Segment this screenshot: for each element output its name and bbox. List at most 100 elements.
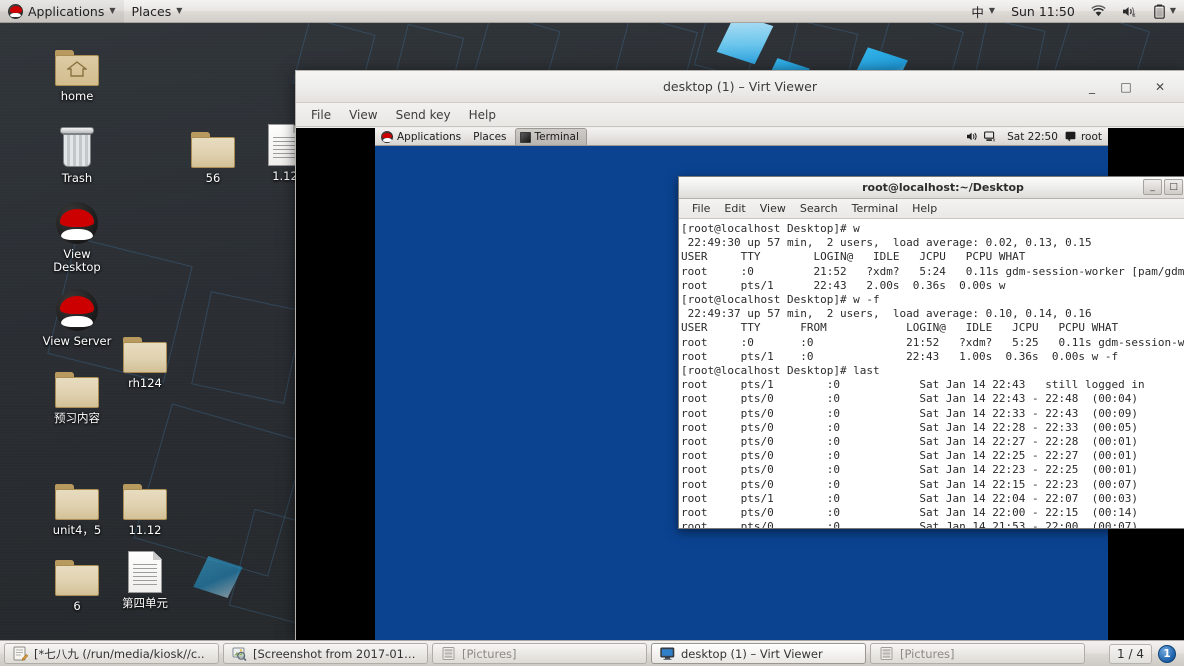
desktop-icon-view-desktop[interactable]: View Desktop: [40, 196, 114, 274]
battery-icon: [1154, 4, 1165, 19]
desktop-icon-label: View Server: [42, 334, 112, 348]
chevron-down-icon: ▼: [176, 6, 183, 15]
taskbar-item-screenshot[interactable]: [Screenshot from 2017-01-07 ...: [223, 643, 428, 664]
clock-label: Sun 11:50: [1011, 3, 1075, 19]
maximize-button[interactable]: □: [1118, 79, 1134, 95]
virt-viewer-title: desktop (1) – Virt Viewer: [663, 79, 817, 94]
terminal-maximize-button[interactable]: □: [1164, 179, 1183, 195]
svg-text:x: x: [1132, 13, 1135, 18]
trash-icon: [40, 120, 114, 168]
terminal-menu-terminal[interactable]: Terminal: [845, 201, 906, 216]
chevron-down-icon: ▼: [988, 6, 996, 15]
wallpaper-wireframe: [191, 291, 304, 404]
menu-help[interactable]: Help: [460, 106, 505, 124]
terminal-menu-search[interactable]: Search: [793, 201, 845, 216]
chevron-down-icon: ▼: [109, 6, 116, 15]
vm-task-button-terminal[interactable]: Terminal: [514, 128, 587, 145]
vm-task-button-label: Terminal: [534, 131, 579, 143]
desktop-icon-rh124[interactable]: rh124: [108, 325, 182, 390]
user-icon: [1065, 131, 1076, 142]
taskbar-item-label: [Pictures]: [900, 646, 955, 661]
terminal-menu-edit[interactable]: Edit: [717, 201, 752, 216]
vm-clock[interactable]: Sat 22:50: [1007, 131, 1058, 143]
vm-status-area: x Sat 22:50 root: [966, 131, 1108, 143]
folder-icon: [40, 360, 114, 408]
places-menu[interactable]: Places ▼: [124, 0, 191, 23]
text-editor-icon: [13, 646, 29, 661]
places-menu-label: Places: [131, 3, 172, 19]
volume-indicator[interactable]: x: [1114, 0, 1146, 23]
folder-icon: [108, 472, 182, 520]
vm-top-panel: Applications Places Terminal x Sat 22:50…: [375, 128, 1108, 146]
image-viewer-icon: [232, 646, 247, 662]
desktop-icon-label: Trash: [61, 171, 93, 185]
vm-places-menu[interactable]: Places: [467, 128, 512, 146]
virt-viewer-titlebar[interactable]: desktop (1) – Virt Viewer _ □ ✕: [296, 71, 1184, 103]
desktop-icon-6[interactable]: 6: [40, 548, 114, 613]
folder-icon: [108, 325, 182, 373]
document-icon: [108, 545, 182, 593]
file-manager-icon: [879, 646, 894, 661]
desktop-icon-view-server[interactable]: View Server: [40, 283, 114, 348]
pager-current-badge[interactable]: 1: [1158, 644, 1176, 663]
applications-menu[interactable]: Applications ▼: [0, 0, 124, 23]
desktop-icon-56[interactable]: 56: [176, 120, 250, 185]
display-icon: [660, 646, 675, 661]
terminal-titlebar[interactable]: root@localhost:~/Desktop _ □ ✕: [679, 177, 1184, 199]
wifi-indicator[interactable]: [1083, 0, 1114, 23]
battery-indicator[interactable]: ▼: [1146, 0, 1184, 23]
terminal-title: root@localhost:~/Desktop: [862, 181, 1024, 194]
volume-muted-icon: x: [1122, 5, 1138, 18]
minimize-button[interactable]: _: [1084, 79, 1100, 95]
menu-file[interactable]: File: [302, 106, 340, 124]
desktop-icon-home[interactable]: home: [40, 38, 114, 103]
vm-user-label[interactable]: root: [1081, 131, 1102, 143]
redhat-icon: [40, 283, 114, 331]
terminal-menu-file[interactable]: File: [685, 201, 717, 216]
desktop-icon-trash[interactable]: Trash: [40, 120, 114, 185]
virt-viewer-window-controls: _ □ ✕: [1084, 71, 1176, 103]
panel-status-area: 中 ▼ Sun 11:50 x ▼: [963, 0, 1184, 23]
clock[interactable]: Sun 11:50: [1003, 0, 1083, 23]
taskbar-item-pictures-2[interactable]: [Pictures]: [870, 643, 1085, 664]
terminal-menubar: File Edit View Search Terminal Help: [679, 199, 1184, 219]
vm-applications-menu[interactable]: Applications: [375, 128, 467, 146]
chevron-down-icon: ▼: [1169, 6, 1176, 15]
terminal-menu-help[interactable]: Help: [905, 201, 944, 216]
input-method-indicator[interactable]: 中 ▼: [963, 0, 1003, 23]
redhat-logo-icon: [381, 130, 393, 143]
desktop-icon-label: 预习内容: [54, 411, 100, 425]
folder-icon: [176, 120, 250, 168]
menu-send-key[interactable]: Send key: [387, 106, 460, 124]
taskbar-item-virt-viewer[interactable]: desktop (1) – Virt Viewer: [651, 643, 866, 664]
desktop-icon-unit4-5[interactable]: unit4，5: [40, 472, 114, 537]
virt-viewer-window[interactable]: desktop (1) – Virt Viewer _ □ ✕ File Vie…: [295, 70, 1184, 641]
close-button[interactable]: ✕: [1152, 79, 1168, 95]
input-method-label: 中: [971, 4, 984, 20]
menu-view[interactable]: View: [340, 106, 386, 124]
terminal-menu-view[interactable]: View: [753, 201, 793, 216]
desktop-icon-disidanyuan[interactable]: 第四单元: [108, 545, 182, 610]
terminal-minimize-button[interactable]: _: [1143, 179, 1162, 195]
desktop-icon-label: unit4，5: [52, 523, 102, 537]
network-icon[interactable]: x: [984, 131, 997, 142]
folder-icon: [40, 472, 114, 520]
terminal-output[interactable]: [root@localhost Desktop]# w 22:49:30 up …: [679, 219, 1184, 528]
applications-menu-label: Applications: [28, 3, 105, 19]
desktop-icon-label: rh124: [128, 376, 162, 390]
desktop-icon-label: home: [60, 89, 94, 103]
desktop-icon-1112[interactable]: 11.12: [108, 472, 182, 537]
terminal-body[interactable]: [root@localhost Desktop]# w 22:49:30 up …: [679, 219, 1184, 528]
volume-icon[interactable]: [966, 131, 979, 142]
desktop-icon-label: 11.12: [128, 523, 162, 537]
gnome-terminal-window[interactable]: root@localhost:~/Desktop _ □ ✕ File Edit…: [678, 176, 1184, 529]
wifi-icon: [1091, 4, 1106, 18]
vm-screen[interactable]: Applications Places Terminal x Sat 22:50…: [296, 128, 1184, 641]
taskbar-item-pictures-1[interactable]: [Pictures]: [432, 643, 647, 664]
redhat-icon: [40, 196, 114, 244]
vm-desktop[interactable]: Applications Places Terminal x Sat 22:50…: [375, 128, 1184, 641]
pager-count-label[interactable]: 1 / 4: [1109, 643, 1152, 664]
taskbar-item-text-editor[interactable]: [*七八九 (/run/media/kiosk//c..: [4, 643, 219, 664]
taskbar-item-label: [Screenshot from 2017-01-07 ...: [253, 646, 419, 661]
desktop-icon-yuxi-neirong[interactable]: 预习内容: [40, 360, 114, 425]
